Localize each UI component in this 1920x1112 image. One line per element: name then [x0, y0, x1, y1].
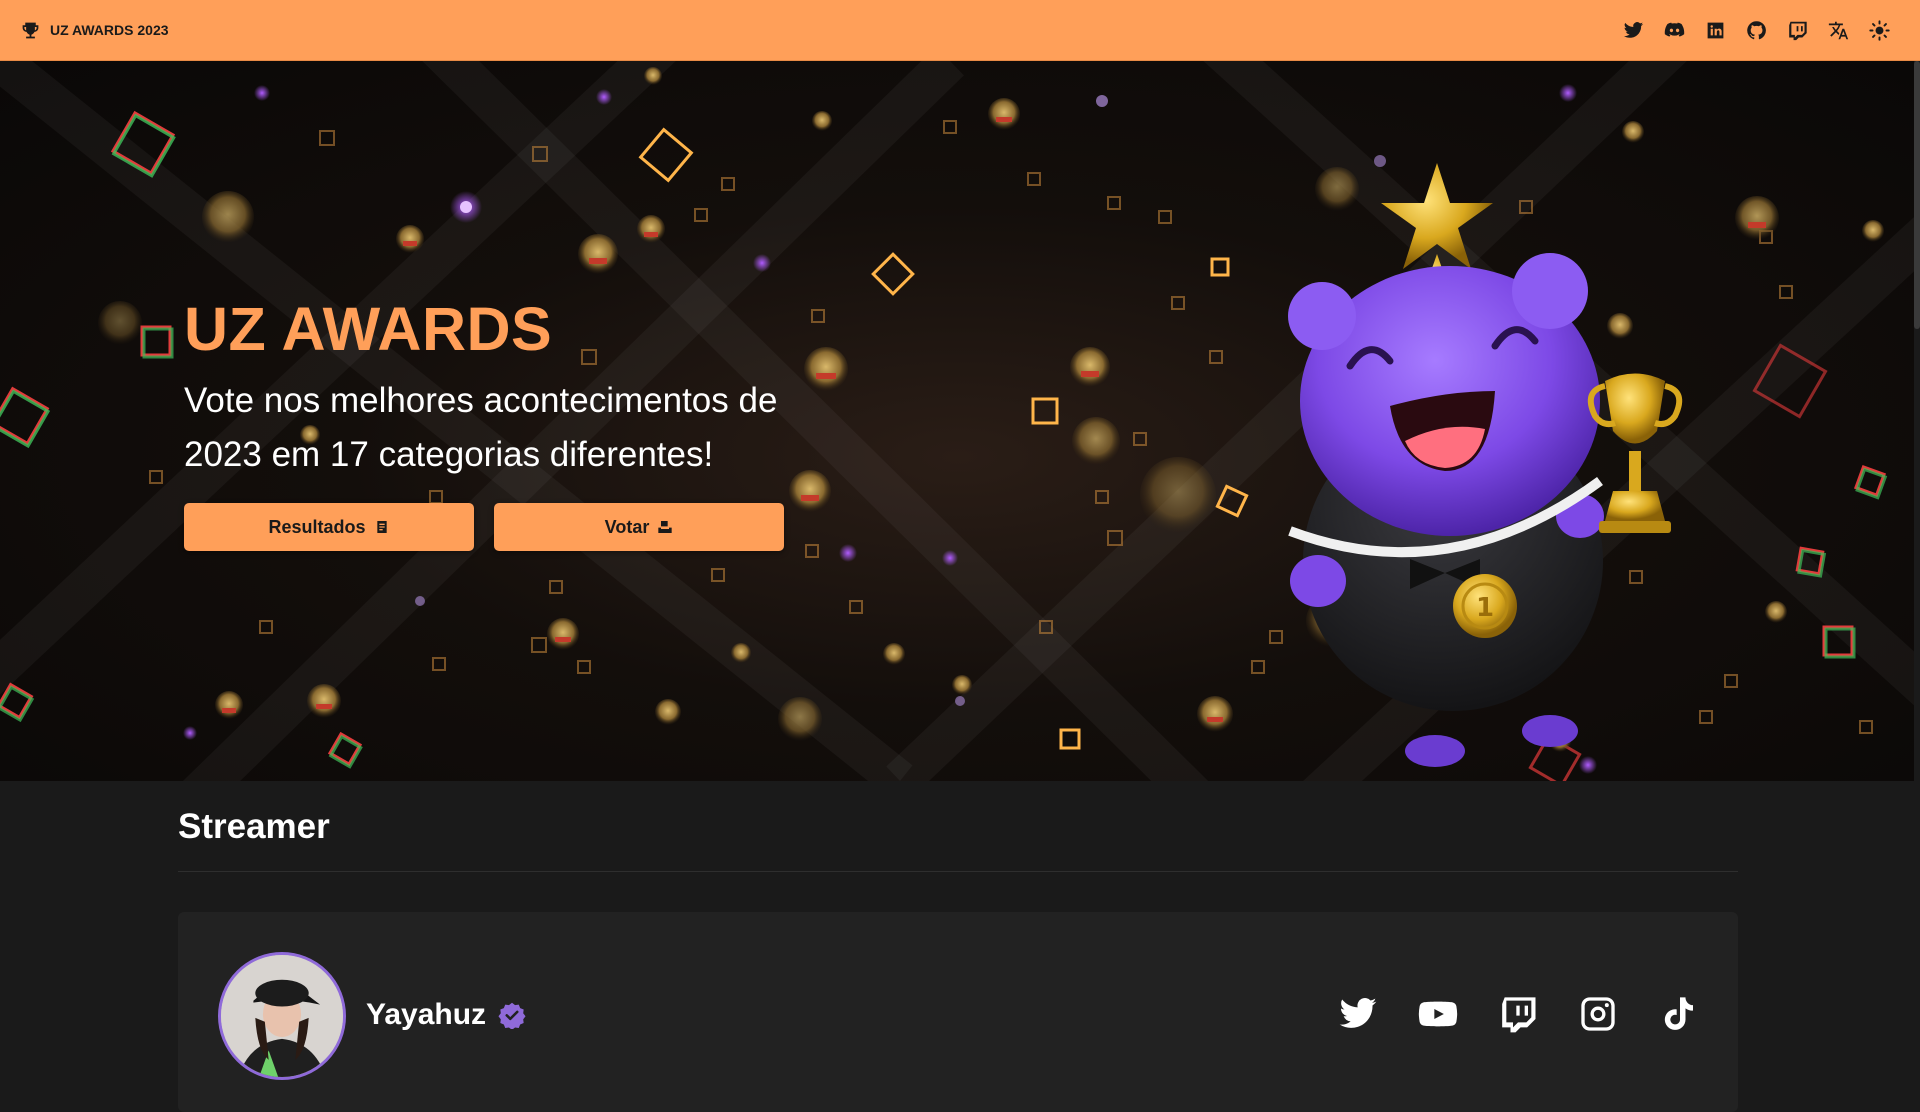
twitch-icon[interactable]	[1498, 994, 1538, 1034]
hero-banner: UZ AWARDS Vote nos melhores aconteciment…	[0, 61, 1918, 781]
hero-title: UZ AWARDS	[184, 295, 553, 363]
candidate-social-links	[1338, 994, 1698, 1034]
results-button-label: Resultados	[268, 516, 366, 537]
hero-text-block: UZ AWARDS Vote nos melhores aconteciment…	[184, 299, 824, 551]
avatar	[218, 952, 346, 1080]
brand[interactable]: UZ AWARDS 2023	[20, 20, 169, 41]
candidate-name: Yayahuz	[366, 998, 487, 1031]
verified-badge-icon	[498, 1002, 526, 1029]
results-icon	[376, 521, 387, 533]
hero-buttons: Resultados Votar	[184, 503, 824, 551]
section-divider	[178, 871, 1738, 872]
linkedin-icon[interactable]	[1704, 19, 1726, 41]
twitter-icon[interactable]	[1338, 994, 1378, 1034]
page-scrollbar-thumb[interactable]	[1914, 61, 1920, 329]
twitter-icon[interactable]	[1622, 19, 1644, 41]
ballot-box-icon	[658, 521, 673, 533]
discord-icon[interactable]	[1663, 19, 1685, 41]
instagram-icon[interactable]	[1578, 994, 1618, 1034]
social-links	[1622, 19, 1890, 41]
tiktok-icon[interactable]	[1658, 994, 1698, 1034]
top-navbar: UZ AWARDS 2023	[0, 0, 1920, 61]
brand-label: UZ AWARDS 2023	[50, 22, 169, 38]
vote-button-label: Votar	[604, 516, 650, 537]
youtube-icon[interactable]	[1418, 994, 1458, 1034]
category-section: Streamer Yayahuz	[178, 781, 1738, 1112]
candidate-name-row: Yayahuz	[366, 998, 526, 1032]
github-icon[interactable]	[1745, 19, 1767, 41]
hero-subtitle: Vote nos melhores acontecimentos de 2023…	[184, 381, 778, 474]
category-title: Streamer	[178, 807, 330, 846]
vote-button[interactable]: Votar	[494, 503, 784, 551]
trophy-icon	[22, 22, 39, 38]
twitch-icon[interactable]	[1786, 19, 1808, 41]
results-button[interactable]: Resultados	[184, 503, 474, 551]
translate-icon[interactable]	[1827, 19, 1849, 41]
svg-text:1: 1	[1476, 593, 1494, 623]
mascot-illustration: 1	[1288, 163, 1683, 767]
theme-toggle-icon[interactable]	[1868, 19, 1890, 41]
candidate-card[interactable]: Yayahuz	[178, 912, 1738, 1112]
